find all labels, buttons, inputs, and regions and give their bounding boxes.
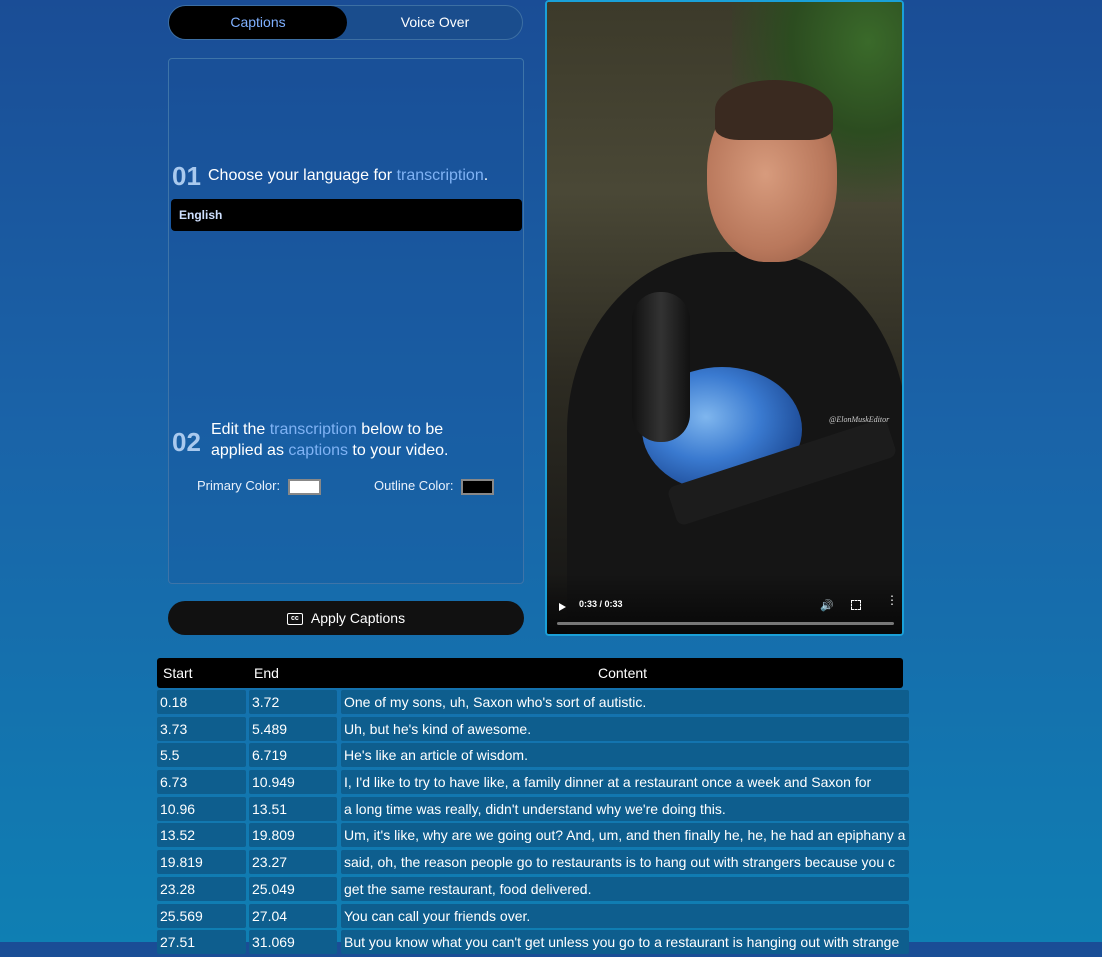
table-row: 27.51 31.069 But you know what you can't g… (157, 930, 909, 955)
table-row: 13.52 19.809 Um, it's like, why are we goi… (157, 823, 909, 848)
start-cell[interactable]: 25.569 (157, 903, 246, 928)
start-cell[interactable]: 5.5 (157, 743, 246, 768)
video-player[interactable]: @ElonMuskEditor 0:33 / 0:33 🔊 ⋮ (545, 0, 904, 636)
primary-color-picker[interactable] (287, 478, 321, 495)
video-subject-hair (715, 80, 833, 140)
mode-toggle: Captions Voice Over (168, 5, 523, 40)
content-cell[interactable]: I, I'd like to try to have like, a famil… (341, 770, 909, 795)
volume-icon[interactable]: 🔊 (820, 599, 834, 612)
end-cell[interactable]: 5.489 (249, 716, 337, 741)
table-row: 0.18 3.72 One of my sons, uh, Saxon who's … (157, 690, 909, 714)
video-time: 0:33 / 0:33 (579, 599, 623, 609)
table-row: 10.96 13.51 a long time was really, didn't… (157, 796, 909, 821)
cc-icon: cc (286, 613, 303, 626)
apply-captions-button[interactable]: cc Apply Captions (168, 601, 524, 635)
transcript-rows: 0.18 3.72 One of my sons, uh, Saxon who's … (157, 690, 909, 957)
end-cell[interactable]: 3.72 (249, 690, 337, 714)
tab-captions[interactable]: Captions (169, 6, 347, 39)
fullscreen-icon[interactable] (851, 600, 861, 610)
step-1-instruction: Choose your language for transcription. (208, 167, 489, 184)
end-cell[interactable]: 6.719 (249, 743, 337, 768)
content-cell[interactable]: One of my sons, uh, Saxon who's sort of … (341, 690, 909, 714)
end-cell[interactable]: 25.049 (249, 876, 337, 901)
play-icon[interactable] (559, 603, 566, 611)
video-watermark: @ElonMuskEditor (829, 415, 890, 424)
video-progress-bar[interactable] (557, 622, 894, 625)
primary-color-field: Primary Color: (197, 478, 321, 495)
table-row: 5.5 6.719 He's like an article of wisdom. (157, 743, 909, 768)
content-cell[interactable]: a long time was really, didn't understan… (341, 796, 909, 821)
end-cell[interactable]: 10.949 (249, 770, 337, 795)
end-cell[interactable]: 31.069 (249, 930, 337, 955)
end-cell[interactable]: 27.04 (249, 903, 337, 928)
apply-captions-label: Apply Captions (310, 610, 406, 626)
header-start: Start (163, 665, 193, 681)
tab-voice-over[interactable]: Voice Over (347, 6, 523, 39)
end-cell[interactable]: 19.809 (249, 823, 337, 848)
start-cell[interactable]: 0.18 (157, 690, 246, 714)
end-cell[interactable]: 23.27 (249, 850, 337, 875)
end-cell[interactable]: 13.51 (249, 796, 337, 821)
microphone (632, 292, 690, 442)
outline-color-field: Outline Color: (374, 478, 495, 495)
table-row: 23.28 25.049 get the same restaurant, food… (157, 876, 909, 901)
table-row: 25.569 27.04 You can call your friends ove… (157, 903, 909, 928)
content-cell[interactable]: Um, it's like, why are we going out? And… (341, 823, 909, 848)
header-content: Content (598, 665, 648, 681)
table-row: 19.819 23.27 said, oh, the reason people g… (157, 850, 909, 875)
table-row: 6.73 10.949 I, I'd like to try to have lik… (157, 770, 909, 795)
outline-color-label: Outline Color: (374, 478, 454, 493)
caption-settings-panel: 01 Choose your language for transcriptio… (168, 58, 524, 584)
transcript-table-header: Start End Content (157, 658, 903, 688)
step-2-number: 02 (172, 427, 201, 457)
content-cell[interactable]: get the same restaurant, food delivered. (341, 876, 909, 901)
content-cell[interactable]: He's like an article of wisdom. (341, 743, 909, 768)
start-cell[interactable]: 10.96 (157, 796, 246, 821)
content-cell[interactable]: said, oh, the reason people go to restau… (341, 850, 909, 875)
content-cell[interactable]: You can call your friends over. (341, 903, 909, 928)
content-cell[interactable]: But you know what you can't get unless y… (341, 930, 909, 955)
start-cell[interactable]: 23.28 (157, 876, 246, 901)
start-cell[interactable]: 6.73 (157, 770, 246, 795)
language-select[interactable]: English (171, 199, 522, 231)
start-cell[interactable]: 3.73 (157, 716, 246, 741)
step-2-instruction: Edit the transcription below to be appli… (211, 421, 449, 459)
more-options-icon[interactable]: ⋮ (886, 594, 898, 606)
header-end: End (254, 665, 279, 681)
content-cell[interactable]: Uh, but he's kind of awesome. (341, 716, 909, 741)
start-cell[interactable]: 19.819 (157, 850, 246, 875)
start-cell[interactable]: 27.51 (157, 930, 246, 955)
outline-color-picker[interactable] (461, 478, 495, 495)
step-1-number: 01 (172, 161, 201, 191)
start-cell[interactable]: 13.52 (157, 823, 246, 848)
table-row: 3.73 5.489 Uh, but he's kind of awesome. (157, 716, 909, 741)
primary-color-label: Primary Color: (197, 478, 281, 493)
